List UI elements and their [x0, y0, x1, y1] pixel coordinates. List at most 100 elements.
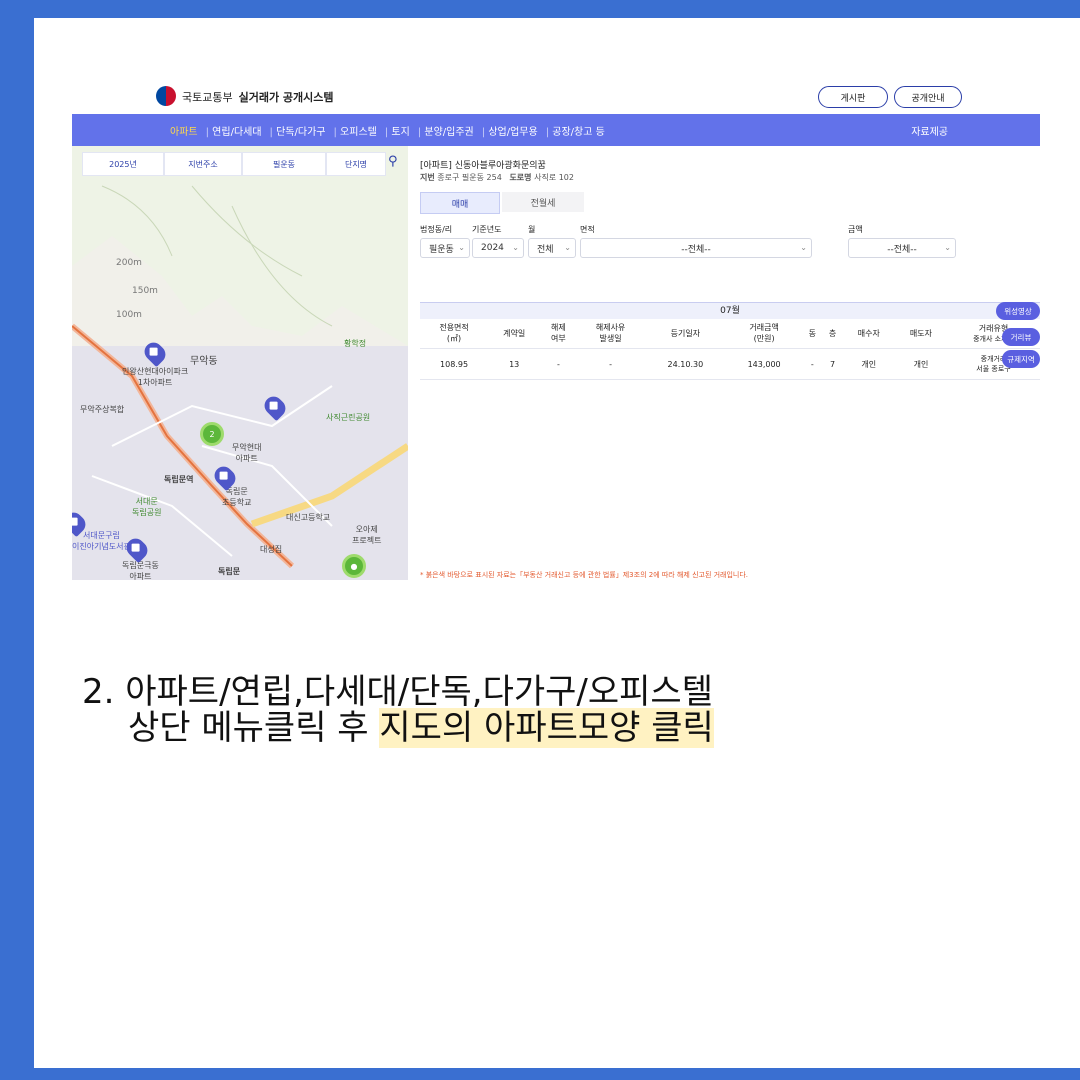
chevron-down-icon: ⌄ — [800, 243, 807, 252]
map-label-hwanghak: 황학정 — [344, 339, 367, 348]
map-scale-label: 150m — [132, 286, 158, 296]
map-label-park: 사직근린공원 — [326, 413, 371, 422]
board-button[interactable]: 게시판 — [818, 86, 888, 108]
site-header: 국토교통부 실거래가 공개시스템 게시판 공개안내 — [72, 80, 1040, 112]
caption-line-1: 2. 아파트/연립,다세대/단독,다가구/오피스텔 — [82, 672, 713, 712]
map-canvas — [72, 146, 408, 580]
map-scale-label: 100m — [116, 310, 142, 320]
filter-label-area: 면적 — [580, 225, 595, 234]
nav-separator: | — [481, 127, 486, 138]
month-header: 07월 — [420, 302, 1040, 319]
cell-cancel-date: - — [576, 348, 645, 380]
nav-item-factory[interactable]: 공장/창고 등 — [552, 127, 605, 138]
nav-item-land[interactable]: 토지 — [391, 127, 409, 138]
filter-address[interactable]: 지번주소 — [164, 152, 242, 176]
regulation-area-button[interactable]: 규제지역 — [1002, 350, 1040, 368]
nav-item-data[interactable]: 자료제공 — [911, 123, 948, 138]
transaction-table: 전용면적 (㎡) 계약일 해제 여부 해제사유 발생일 등기일자 거래금액 (만… — [420, 318, 1040, 380]
select-price-value: --전체-- — [887, 244, 917, 255]
filter-dong[interactable]: 필운동 — [242, 152, 326, 176]
col-seller: 매도자 — [894, 318, 948, 349]
nav-item-apartment[interactable]: 아파트 — [170, 127, 198, 138]
select-area-value: --전체-- — [681, 244, 711, 255]
cell-floor: 7 — [822, 348, 843, 380]
col-registration-date: 등기일자 — [644, 318, 727, 349]
nav-separator: | — [269, 127, 273, 138]
cell-price: 143,000 — [726, 348, 803, 380]
filter-label-price: 금액 — [848, 225, 863, 234]
map-label-hyundai: 무악현대 아파트 — [232, 443, 262, 463]
chevron-down-icon: ⌄ — [564, 243, 571, 252]
select-dong[interactable]: 필운동 ⌄ — [420, 238, 470, 258]
col-cancel-date: 해제사유 발생일 — [576, 318, 645, 349]
col-area: 전용면적 (㎡) — [420, 318, 489, 349]
nav-item-detached[interactable]: 단독/다가구 — [276, 127, 325, 138]
table-header-row: 전용면적 (㎡) 계약일 해제 여부 해제사유 발생일 등기일자 거래금액 (만… — [420, 318, 1040, 349]
map-label-daeseong: 대성집 — [260, 545, 283, 554]
filter-label-dong: 법정동/리 — [420, 225, 453, 234]
filter-year[interactable]: 2025년 — [82, 152, 164, 176]
instruction-caption: 2. 아파트/연립,다세대/단독,다가구/오피스텔 상단 메뉴클릭 후 지도의 … — [82, 672, 714, 748]
nav-separator: | — [333, 127, 337, 138]
map-label-daesin: 대신고등학교 — [286, 513, 331, 522]
cell-cancel: - — [540, 348, 577, 380]
system-name: 실거래가 공개시스템 — [238, 91, 334, 104]
caption-line-2-plain: 상단 메뉴클릭 후 — [128, 708, 380, 748]
nav-item-presale[interactable]: 분양/입주권 — [424, 127, 473, 138]
map-label-project: 오아제 프로젝트 — [352, 525, 382, 545]
footnote: * 붉은색 바탕으로 표시된 자료는「부동산 거래신고 등에 관한 법률」제3조… — [420, 571, 749, 579]
info-button[interactable]: 공개안내 — [894, 86, 962, 108]
address-jibun: 종로구 필운동 254 — [437, 173, 502, 182]
col-cancel: 해제 여부 — [540, 318, 577, 349]
complex-title: [아파트] 신동아블루아광화문의꿈 — [420, 161, 546, 171]
cell-registration-date: 24.10.30 — [644, 348, 727, 380]
map-view[interactable]: 2025년 지번주소 필운동 단지명 ⚲ 200m 150m 100m 무악동 … — [72, 146, 408, 580]
table-row[interactable]: 108.95 13 - - 24.10.30 143,000 - 7 개인 개인… — [420, 348, 1040, 380]
detail-panel: [아파트] 신동아블루아광화문의꿈 지번 종로구 필운동 254 도로명 사직로… — [408, 146, 1040, 580]
col-price: 거래금액 (만원) — [726, 318, 803, 349]
filter-label-month: 월 — [528, 225, 536, 234]
chevron-down-icon: ⌄ — [458, 243, 465, 252]
org-name: 국토교통부 — [182, 91, 233, 104]
cell-building: - — [802, 348, 823, 380]
cell-buyer: 개인 — [842, 348, 895, 380]
col-buyer: 매수자 — [842, 318, 895, 349]
main-nav: 아파트 | 연립/다세대 | 단독/다가구 | 오피스텔 | 토지 | 분양/입주권 | 상… — [72, 114, 1040, 146]
map-label-muak: 무악동 — [190, 356, 218, 367]
cluster-marker-icon[interactable]: ● — [342, 554, 366, 578]
chevron-down-icon: ⌄ — [512, 243, 519, 252]
nav-item-rowhouse[interactable]: 연립/다세대 — [212, 127, 261, 138]
satellite-view-button[interactable]: 위성영상 — [996, 302, 1040, 320]
search-icon[interactable]: ⚲ — [388, 154, 398, 169]
map-label-inwang: 인왕산현대아이파크 1차아파트 — [122, 367, 189, 387]
filter-label-year: 기준년도 — [472, 225, 502, 234]
col-building: 동 — [802, 318, 823, 349]
nav-separator: | — [545, 127, 550, 138]
tab-sale[interactable]: 매매 — [420, 192, 500, 214]
select-month-value: 전체 — [537, 244, 554, 255]
street-view-button[interactable]: 거리뷰 — [1002, 328, 1040, 346]
col-floor: 층 — [822, 318, 843, 349]
filter-complex[interactable]: 단지명 — [326, 152, 386, 176]
address-road: 사직로 102 — [534, 173, 574, 182]
select-dong-value: 필운동 — [429, 244, 454, 255]
nav-item-commercial[interactable]: 상업/업무용 — [488, 127, 537, 138]
chevron-down-icon: ⌄ — [944, 243, 951, 252]
nav-item-officetel[interactable]: 오피스텔 — [340, 127, 377, 138]
select-year[interactable]: 2024 ⌄ — [472, 238, 524, 258]
nav-separator: | — [384, 127, 389, 138]
select-month[interactable]: 전체 ⌄ — [528, 238, 576, 258]
select-price[interactable]: --전체-- ⌄ — [848, 238, 956, 258]
cell-area: 108.95 — [420, 348, 489, 380]
cluster-marker-icon[interactable]: 2 — [200, 422, 224, 446]
select-area[interactable]: --전체-- ⌄ — [580, 238, 812, 258]
address-label-jibun: 지번 — [420, 173, 435, 182]
map-label-apt3: 독립문극동 아파트 — [122, 561, 159, 580]
tab-rent[interactable]: 전월세 — [502, 192, 584, 212]
caption-highlight: 지도의 아파트모양 클릭 — [379, 708, 714, 748]
map-label-dokrip: 독립문 — [218, 567, 241, 576]
brand[interactable]: 국토교통부 실거래가 공개시스템 — [182, 89, 334, 105]
nav-separator: | — [205, 127, 209, 138]
taegeuk-logo-icon — [156, 86, 176, 106]
map-filter-bar: 2025년 지번주소 필운동 단지명 ⚲ — [72, 152, 408, 178]
